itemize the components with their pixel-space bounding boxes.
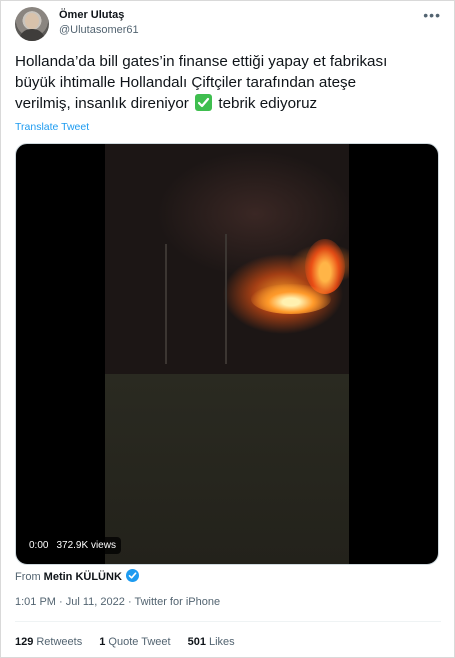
check-mark-icon bbox=[195, 94, 213, 111]
retweets-label: Retweets bbox=[36, 636, 83, 648]
video-ground bbox=[105, 374, 349, 564]
fire-glow bbox=[251, 284, 331, 314]
retweets-count: 129 bbox=[15, 636, 34, 648]
tweet-card: Ömer Ulutaş @Ulutasomer61 ••• Hollanda’d… bbox=[0, 0, 455, 658]
quotes-count: 1 bbox=[99, 636, 106, 648]
more-options-icon[interactable]: ••• bbox=[423, 7, 441, 23]
tweet-line-2: büyük ihtimalle Hollandalı Çiftçiler tar… bbox=[15, 74, 357, 91]
likes-count: 501 bbox=[187, 636, 206, 648]
video-time: 0:00 bbox=[29, 540, 49, 551]
avatar[interactable] bbox=[15, 7, 49, 41]
avatar-face bbox=[25, 13, 39, 29]
video-status-badge: 0:00 372.9K views bbox=[24, 537, 121, 554]
avatar-shoulders bbox=[19, 29, 45, 41]
tweet-stats: 129 Retweets 1 Quote Tweet 501 Likes bbox=[15, 636, 249, 648]
tweet-client[interactable]: Twitter for iPhone bbox=[134, 596, 220, 608]
from-label: From bbox=[15, 571, 41, 583]
video-frame bbox=[105, 144, 349, 564]
tweet-line-3b: tebrik ediyoruz bbox=[218, 95, 318, 112]
quotes-label: Quote Tweet bbox=[108, 636, 171, 648]
quote-tweets-stat[interactable]: 1 Quote Tweet bbox=[99, 636, 170, 648]
likes-stat[interactable]: 501 Likes bbox=[188, 636, 235, 648]
media-source: From Metin KÜLÜNK bbox=[15, 569, 139, 583]
meta-separator: · bbox=[127, 596, 132, 608]
tweet-header: Ömer Ulutaş @Ulutasomer61 ••• bbox=[15, 7, 441, 43]
tweet-text: Hollanda’da bill gates’in finanse ettiği… bbox=[15, 51, 441, 114]
tweet-time[interactable]: 1:01 PM bbox=[15, 596, 56, 608]
author-name[interactable]: Ömer Ulutaş bbox=[59, 9, 124, 21]
video-views: 372.9K views bbox=[56, 540, 116, 551]
likes-label: Likes bbox=[209, 636, 235, 648]
tweet-date[interactable]: Jul 11, 2022 bbox=[66, 596, 125, 608]
video-player[interactable]: 0:00 372.9K views bbox=[15, 143, 439, 565]
tweet-meta: 1:01 PM · Jul 11, 2022 · Twitter for iPh… bbox=[15, 596, 220, 608]
tweet-line-3a: verilmiş, insanlık direniyor bbox=[15, 95, 189, 112]
tweet-line-1: Hollanda’da bill gates’in finanse ettiği… bbox=[15, 53, 388, 70]
verified-badge-icon bbox=[125, 569, 139, 582]
retweets-stat[interactable]: 129 Retweets bbox=[15, 636, 82, 648]
author-handle[interactable]: @Ulutasomer61 bbox=[59, 24, 139, 36]
video-pole bbox=[225, 234, 227, 364]
translate-tweet-link[interactable]: Translate Tweet bbox=[15, 121, 89, 133]
video-pole bbox=[165, 244, 167, 364]
source-author-link[interactable]: Metin KÜLÜNK bbox=[44, 571, 122, 583]
divider bbox=[15, 621, 441, 622]
meta-separator: · bbox=[59, 596, 63, 608]
